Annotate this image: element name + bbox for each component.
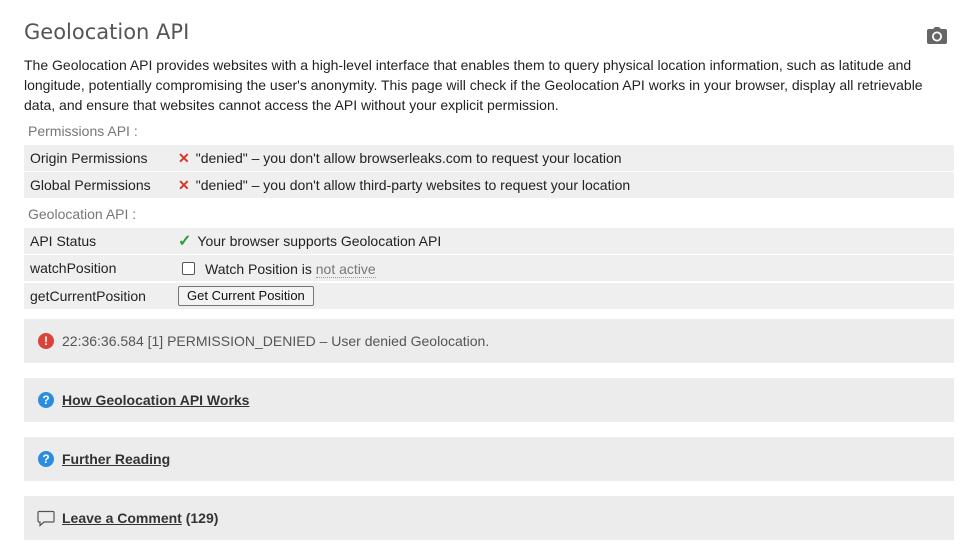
watch-position-state: not active <box>315 261 376 278</box>
how-works-panel[interactable]: ? How Geolocation API Works <box>24 378 954 422</box>
api-status-text: Your browser supports Geolocation API <box>197 233 442 249</box>
global-permissions-status: "denied" – you don't allow third-party w… <box>195 177 631 193</box>
x-mark-icon: ✕ <box>178 177 190 193</box>
origin-permissions-key: Origin Permissions <box>30 150 148 166</box>
question-circle-icon: ? <box>38 451 54 467</box>
api-status-key: API Status <box>30 233 97 249</box>
get-current-position-button[interactable]: Get Current Position <box>178 286 314 306</box>
origin-permissions-status: "denied" – you don't allow browserleaks.… <box>195 150 622 166</box>
error-panel: ! 22:36:36.584 [1] PERMISSION_DENIED – U… <box>24 319 954 363</box>
get-current-position-row: getCurrentPosition Get Current Position <box>24 283 954 309</box>
comment-count: (129) <box>185 510 219 526</box>
further-reading-panel[interactable]: ? Further Reading <box>24 437 954 481</box>
exclamation-circle-icon: ! <box>38 333 54 349</box>
api-status-value: ✓ Your browser supports Geolocation API <box>178 231 441 251</box>
intro-paragraph: The Geolocation API provides websites wi… <box>24 57 923 113</box>
how-works-link[interactable]: How Geolocation API Works <box>62 392 249 408</box>
leave-comment-link[interactable]: Leave a Comment <box>62 510 182 526</box>
further-reading-link[interactable]: Further Reading <box>62 451 170 467</box>
watch-position-value: Watch Position is not active <box>178 261 376 278</box>
api-status-row: API Status ✓ Your browser supports Geoloc… <box>24 228 954 254</box>
permissions-section-label: Permissions API : <box>28 123 138 139</box>
watch-position-key: watchPosition <box>30 260 117 276</box>
global-permissions-value: ✕ "denied" – you don't allow third-party … <box>178 177 630 194</box>
leave-comment-panel[interactable]: Leave a Comment (129) <box>24 496 954 540</box>
global-permissions-key: Global Permissions <box>30 177 151 193</box>
origin-permissions-row: Origin Permissions ✕ "denied" – you don't… <box>24 145 954 171</box>
page-title: Geolocation API <box>24 20 190 44</box>
get-current-position-key: getCurrentPosition <box>30 288 146 304</box>
watch-position-row: watchPosition Watch Position is not acti… <box>24 255 954 281</box>
question-circle-icon: ? <box>38 392 54 408</box>
watch-position-text[interactable]: Watch Position is <box>205 261 312 277</box>
x-mark-icon: ✕ <box>178 150 190 166</box>
error-message: 22:36:36.584 [1] PERMISSION_DENIED – Use… <box>62 333 490 349</box>
camera-icon[interactable] <box>926 26 948 46</box>
origin-permissions-value: ✕ "denied" – you don't allow browserleaks… <box>178 150 622 167</box>
global-permissions-row: Global Permissions ✕ "denied" – you don't… <box>24 172 954 198</box>
checkmark-icon: ✓ <box>178 233 192 250</box>
speech-bubble-icon <box>37 510 55 527</box>
leave-comment-label: Leave a Comment (129) <box>62 510 218 526</box>
watch-position-checkbox[interactable] <box>182 262 195 275</box>
geolocation-section-label: Geolocation API : <box>28 206 137 222</box>
